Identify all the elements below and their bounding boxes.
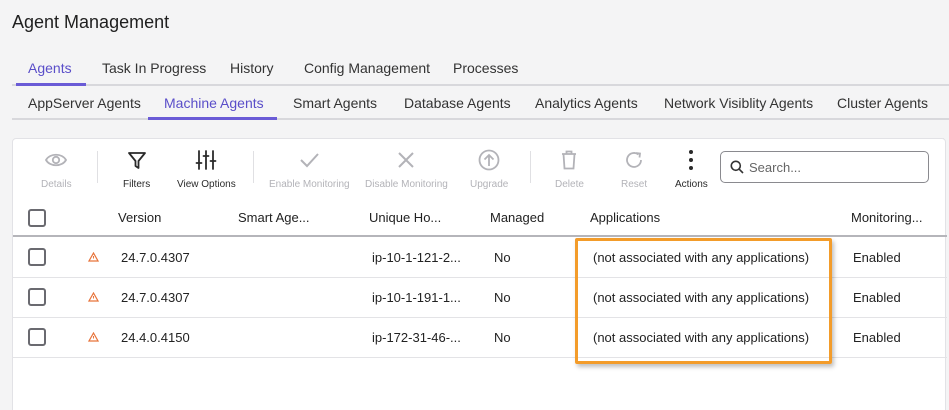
table-row[interactable]: 24.7.0.4307 ip-10-1-191-1... No (not ass… [13, 278, 947, 318]
reset-label: Reset [621, 179, 648, 190]
disable-monitoring-label: Disable Monitoring [365, 179, 448, 190]
check-icon [300, 153, 320, 168]
table-row[interactable]: 24.4.0.4150 ip-172-31-46-... No (not ass… [13, 318, 947, 358]
toolbar-separator [253, 151, 254, 183]
version-cell: 24.4.0.4150 [121, 330, 190, 345]
details-label: Details [41, 179, 72, 190]
column-unique-host[interactable]: Unique Ho... [369, 210, 441, 225]
active-tab-indicator [16, 83, 86, 86]
monitoring-cell: Enabled [853, 290, 901, 305]
column-managed[interactable]: Managed [490, 210, 544, 225]
version-cell: 24.7.0.4307 [121, 250, 190, 265]
close-icon [398, 152, 415, 168]
enable-monitoring-button[interactable]: Enable Monitoring [269, 149, 350, 190]
refresh-icon [626, 152, 642, 168]
unique-host-cell: ip-172-31-46-... [372, 330, 461, 345]
row-checkbox[interactable] [28, 288, 46, 306]
applications-cell: (not associated with any applications) [593, 290, 810, 305]
reset-button[interactable]: Reset [621, 149, 647, 190]
column-smart-agent[interactable]: Smart Age... [238, 210, 310, 225]
warning-icon [88, 252, 99, 262]
upgrade-button[interactable]: Upgrade [470, 149, 508, 190]
delete-button[interactable]: Delete [555, 149, 584, 190]
search-input[interactable] [749, 158, 924, 176]
filters-button[interactable]: Filters [123, 149, 150, 190]
managed-cell: No [494, 330, 511, 345]
warning-icon [88, 292, 99, 302]
tab-appserver-agents[interactable]: AppServer Agents [28, 95, 141, 111]
applications-cell: (not associated with any applications) [593, 250, 810, 265]
tab-database-agents[interactable]: Database Agents [404, 95, 511, 111]
search-box [720, 151, 929, 183]
toolbar-separator [530, 151, 531, 183]
applications-cell: (not associated with any applications) [593, 330, 810, 345]
column-version[interactable]: Version [118, 210, 161, 225]
page-title: Agent Management [12, 12, 170, 32]
column-applications[interactable]: Applications [590, 210, 660, 225]
managed-cell: No [494, 250, 511, 265]
filter-icon [127, 152, 146, 169]
tab-analytics-agents[interactable]: Analytics Agents [535, 95, 638, 111]
tab-processes[interactable]: Processes [453, 60, 518, 76]
tab-cluster-agents[interactable]: Cluster Agents [837, 95, 928, 111]
tab-machine-agents[interactable]: Machine Agents [164, 95, 264, 111]
unique-host-cell: ip-10-1-191-1... [372, 290, 461, 305]
monitoring-cell: Enabled [853, 250, 901, 265]
view-options-button[interactable]: View Options [177, 149, 236, 190]
unique-host-cell: ip-10-1-121-2... [372, 250, 461, 265]
tab-config-management[interactable]: Config Management [304, 60, 430, 76]
warning-icon [88, 332, 99, 342]
tab-network-visibility-agents[interactable]: Network Visiblity Agents [664, 95, 813, 111]
tab-history[interactable]: History [230, 60, 274, 76]
tab-task-in-progress[interactable]: Task In Progress [102, 60, 206, 76]
actions-label: Actions [675, 179, 708, 190]
disable-monitoring-button[interactable]: Disable Monitoring [365, 149, 448, 190]
active-subtab-indicator [148, 117, 277, 120]
select-all-checkbox[interactable] [28, 209, 46, 227]
delete-label: Delete [555, 179, 584, 190]
version-cell: 24.7.0.4307 [121, 290, 190, 305]
more-vertical-icon [689, 150, 694, 170]
agents-panel: Details Filters View Options Enable Moni… [12, 138, 947, 410]
upgrade-arrow-icon [478, 149, 500, 171]
search-icon [730, 160, 744, 174]
monitoring-cell: Enabled [853, 330, 901, 345]
row-checkbox[interactable] [28, 328, 46, 346]
column-monitoring[interactable]: Monitoring... [851, 210, 923, 225]
row-checkbox[interactable] [28, 248, 46, 266]
actions-button[interactable]: Actions [675, 149, 708, 190]
toolbar-separator [97, 151, 98, 183]
table-header: Version Smart Age... Unique Ho... Manage… [13, 199, 947, 237]
table-row[interactable]: 24.7.0.4307 ip-10-1-121-2... No (not ass… [13, 238, 947, 278]
eye-icon [45, 153, 68, 167]
filters-label: Filters [123, 179, 151, 190]
details-button[interactable]: Details [41, 149, 72, 190]
trash-icon [562, 150, 577, 170]
tab-smart-agents[interactable]: Smart Agents [293, 95, 377, 111]
managed-cell: No [494, 290, 511, 305]
upgrade-label: Upgrade [470, 179, 509, 190]
agent-type-tabs: AppServer Agents Machine Agents Smart Ag… [12, 88, 949, 120]
sliders-icon [195, 150, 217, 170]
main-tabs: Agents Task In Progress History Config M… [12, 52, 949, 86]
enable-monitoring-label: Enable Monitoring [269, 179, 350, 190]
view-options-label: View Options [177, 179, 236, 190]
tab-agents[interactable]: Agents [28, 60, 72, 76]
